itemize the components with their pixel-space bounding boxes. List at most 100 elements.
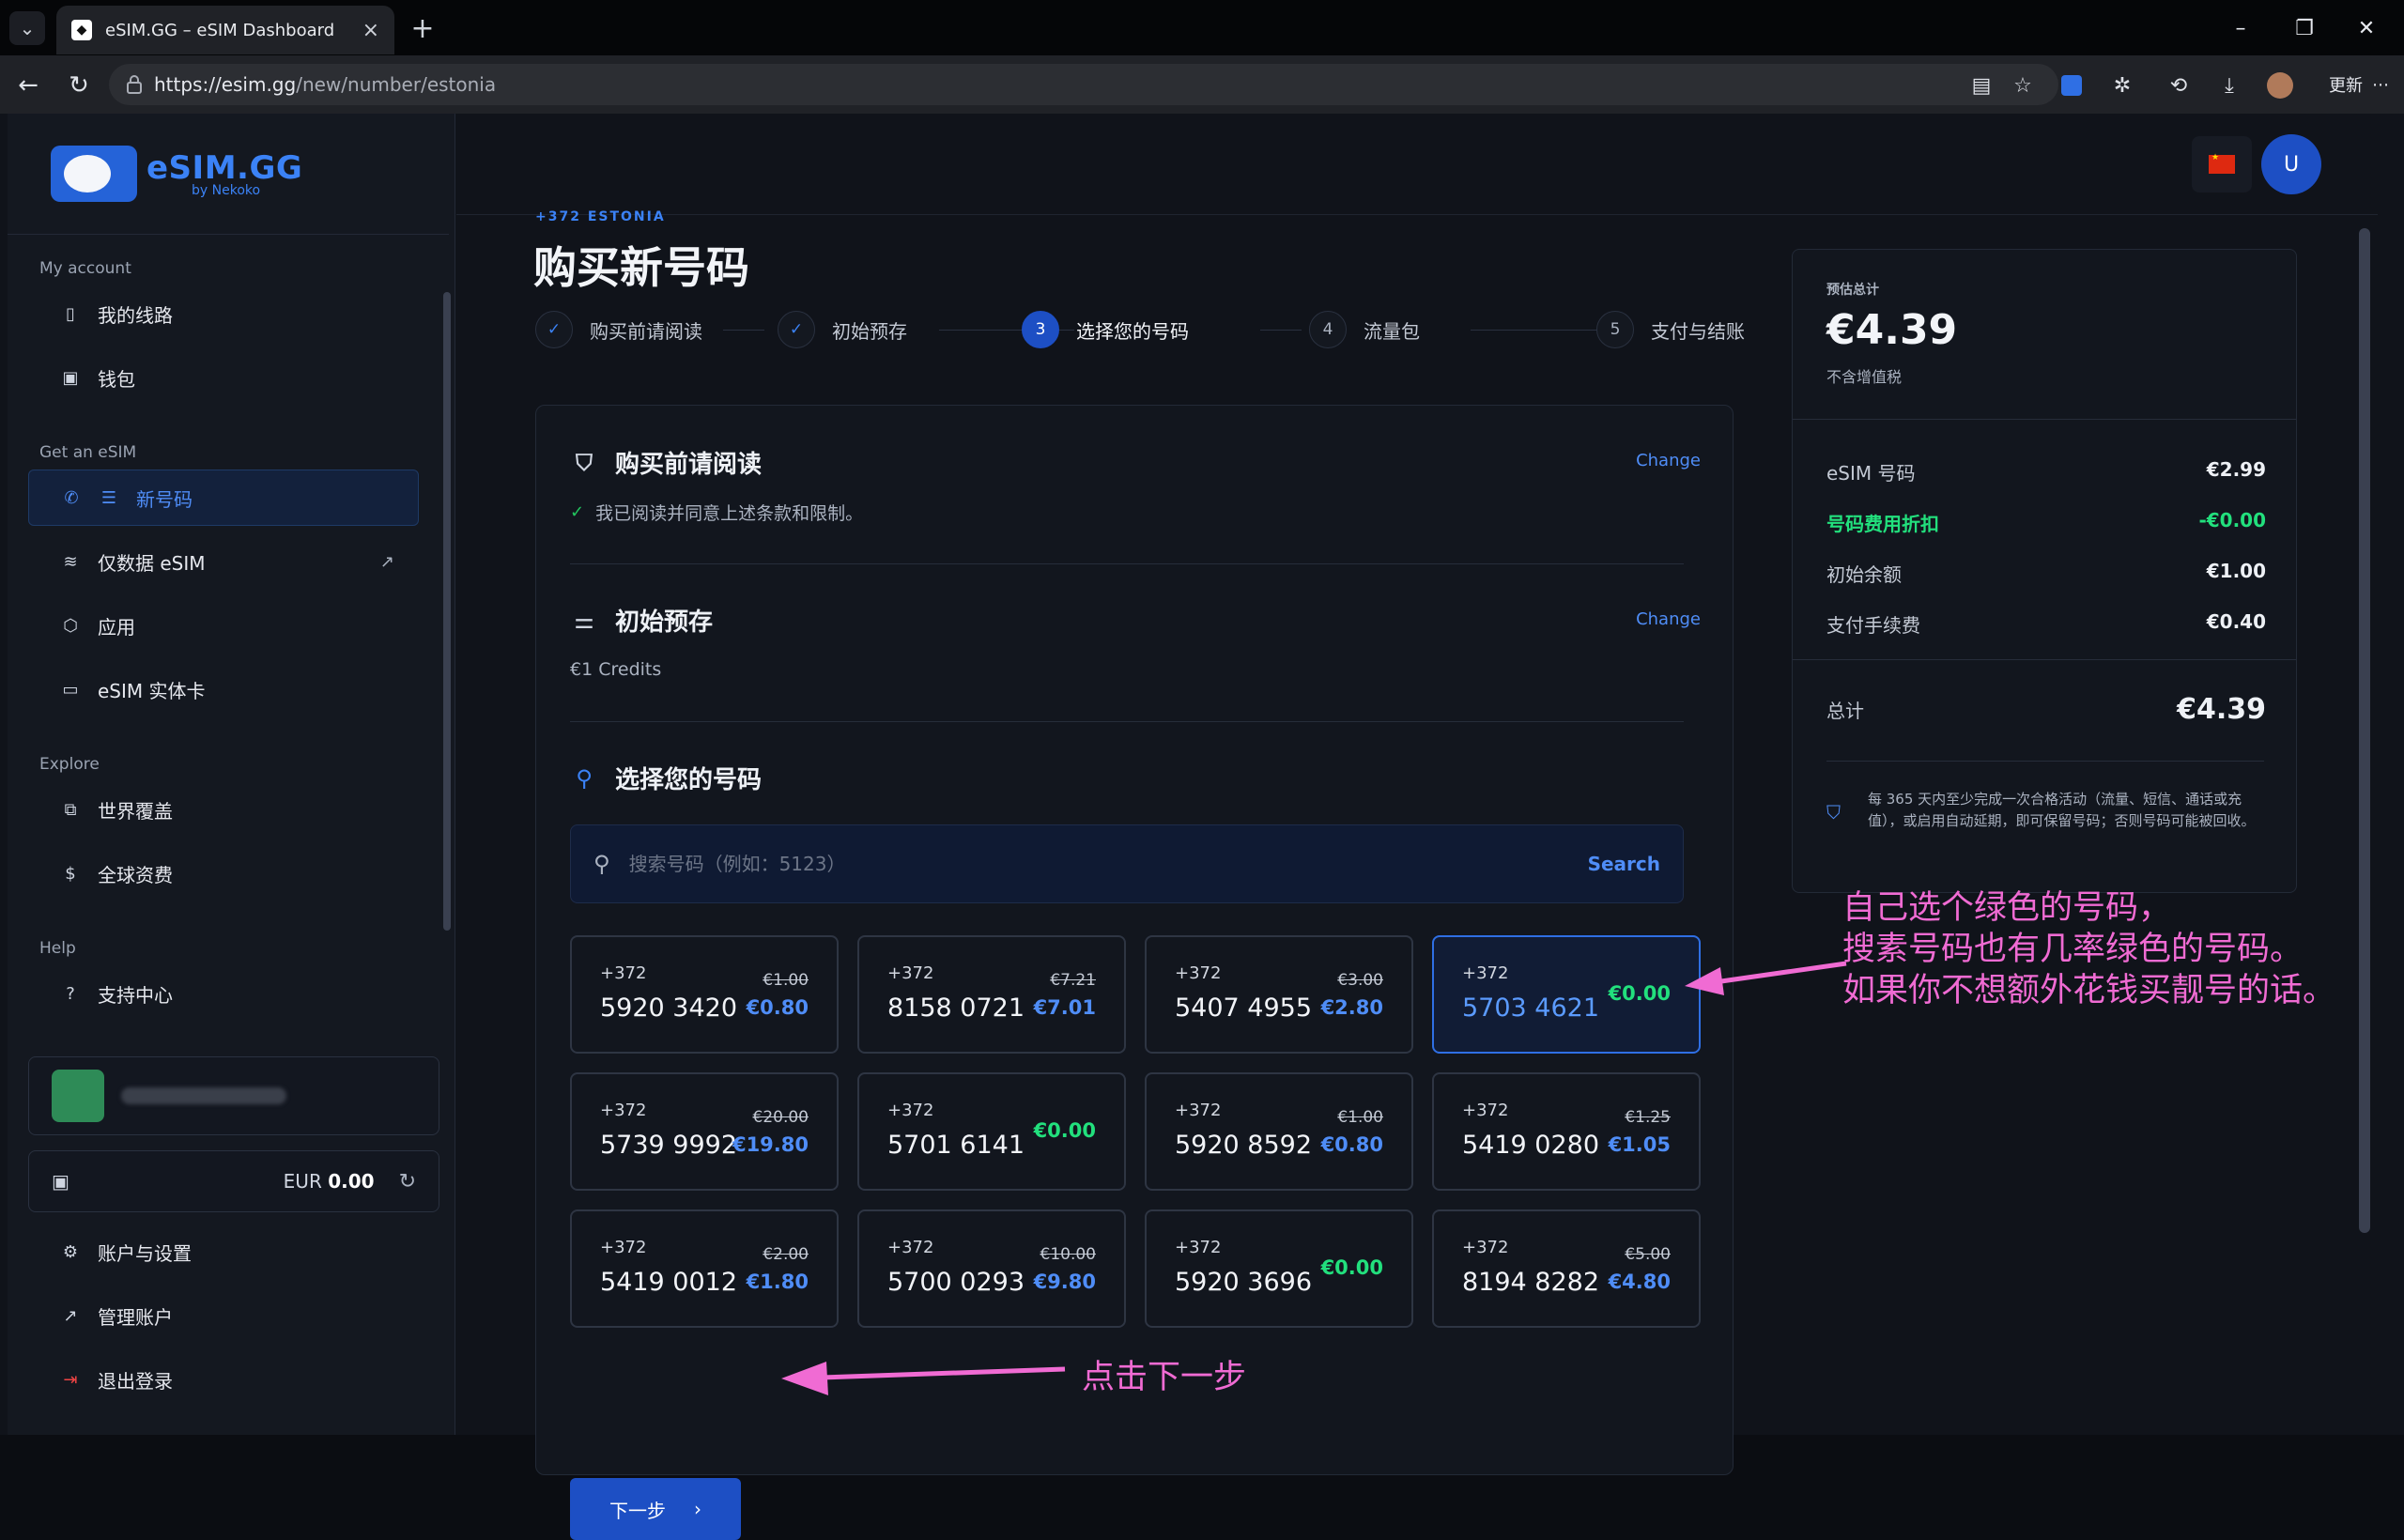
note-text: 每 365 天内至少完成一次合格活动（流量、短信、通话或充值），或启用自动延期，…	[1868, 791, 2256, 830]
puzzle-icon[interactable]: ✲	[2104, 67, 2141, 104]
app: eSIM.GG by Nekoko My account ▯ 我的线路 ▣ 钱包 G…	[0, 114, 2404, 1540]
step-checkout: 5 支付与结账	[1596, 311, 1745, 348]
deposit-text: €1 Credits	[570, 659, 662, 680]
window-close-button[interactable]: ✕	[2338, 9, 2395, 47]
number-option[interactable]: +372 5419 0280 €1.25 €1.05	[1432, 1072, 1701, 1191]
main-scrollbar[interactable]	[2351, 114, 2378, 1435]
section-choose-header: ⚲ 选择您的号码	[570, 761, 762, 795]
sidebar-item-label: 新号码	[136, 487, 193, 511]
profile-avatar[interactable]	[2261, 67, 2299, 104]
step-read[interactable]: ✓ 购买前请阅读	[535, 311, 702, 348]
sidebar-item-label: 应用	[98, 615, 135, 639]
restore-button[interactable]: ❐	[2276, 9, 2333, 47]
number-option[interactable]: +372 8194 8282 €5.00 €4.80	[1432, 1209, 1701, 1328]
number-search: ⚲ Search	[570, 824, 1684, 903]
main-scroll-thumb[interactable]	[2359, 228, 2370, 1233]
next-button[interactable]: 下一步 ›	[570, 1478, 741, 1540]
summary-total-row: 总计 €4.39	[1826, 693, 2266, 726]
sidebar-item-coverage[interactable]: ⧉ 世界覆盖	[28, 781, 419, 838]
new-tab-button[interactable]: +	[406, 11, 439, 45]
summary-row: eSIM 号码 €2.99	[1826, 458, 2266, 485]
account-card[interactable]	[28, 1056, 439, 1135]
country-code: +372	[1462, 1238, 1509, 1257]
gear-icon: ⚙	[62, 1241, 79, 1262]
row-label: 支付手续费	[1826, 614, 1920, 637]
address-bar[interactable]: https://esim.gg/new/number/estonia	[109, 64, 2058, 105]
original-price: €5.00	[1625, 1245, 1671, 1264]
package-icon: ⬡	[63, 615, 78, 636]
sidebar-item-my-lines[interactable]: ▯ 我的线路	[28, 285, 419, 342]
number-option[interactable]: +372 5920 3420 €1.00 €0.80	[570, 935, 839, 1054]
section-my-account: My account	[39, 259, 131, 278]
sidebar-item-rates[interactable]: $ 全球资费	[28, 845, 419, 901]
sidebar-item-data-esim[interactable]: ≋ 仅数据 eSIM ↗	[28, 533, 419, 590]
number-option[interactable]: +372 5419 0012 €2.00 €1.80	[570, 1209, 839, 1328]
number-option[interactable]: +372 5739 9992 €20.00 €19.80	[570, 1072, 839, 1191]
terms-agreed: ✓ 我已阅读并同意上述条款和限制。	[570, 500, 863, 525]
sidebar-item-physical-card[interactable]: ▭ eSIM 实体卡	[28, 661, 419, 717]
search-input[interactable]	[628, 853, 1588, 875]
sidebar-item-logout[interactable]: ⇥ 退出登录	[28, 1351, 419, 1408]
reader-mode-icon[interactable]: ▤	[1963, 67, 2000, 104]
close-icon[interactable]: ×	[362, 19, 379, 42]
history-icon[interactable]: ⟲	[2160, 67, 2197, 104]
download-icon[interactable]: ⤓	[2211, 67, 2248, 104]
discounted-price: €1.05	[1608, 1133, 1671, 1156]
discounted-price: €1.80	[746, 1270, 809, 1293]
free-price: €0.00	[1608, 982, 1671, 1005]
user-menu-button[interactable]: U	[2261, 134, 2321, 194]
check-icon: ✓	[570, 502, 585, 522]
number-option[interactable]: +372 5407 4955 €3.00 €2.80	[1145, 935, 1413, 1054]
sidebar-item-label: 钱包	[98, 367, 135, 391]
change-deposit-link[interactable]: Change	[1636, 609, 1701, 629]
shield-icon: ⛉	[576, 449, 593, 476]
sidebar-item-apps[interactable]: ⬡ 应用	[28, 597, 419, 654]
top-bar: U	[456, 114, 2378, 215]
sidebar-scrollbar[interactable]	[441, 264, 451, 1034]
wallet-amount: 0.00	[328, 1170, 375, 1193]
wallet-balance: EUR 0.00	[284, 1170, 375, 1193]
search-button[interactable]: Search	[1588, 853, 1660, 875]
number-option[interactable]: +372 5703 4621 €0.00	[1432, 935, 1701, 1054]
sidebar-item-wallet[interactable]: ▣ 钱包	[28, 349, 419, 406]
sliders-icon: ⚌	[574, 607, 594, 634]
number-option[interactable]: +372 5700 0293 €10.00 €9.80	[857, 1209, 1126, 1328]
annotation-line-2: 搜素号码也有几率绿色的号码。	[1842, 931, 2304, 968]
sidebar-item-settings[interactable]: ⚙ 账户与设置	[28, 1224, 419, 1280]
back-button[interactable]: ←	[9, 67, 47, 104]
check-icon: ✓	[535, 311, 573, 348]
change-read-link[interactable]: Change	[1636, 451, 1701, 470]
step-choose-number[interactable]: 3 选择您的号码	[1022, 311, 1189, 348]
help-circle-icon: ?	[66, 983, 75, 1004]
sidebar-item-manage[interactable]: ↗ 管理账户	[28, 1287, 419, 1344]
number-option[interactable]: +372 5701 6141 €0.00	[857, 1072, 1126, 1191]
step-label: 初始预存	[832, 319, 907, 343]
country-code: +372	[600, 963, 647, 983]
refresh-icon[interactable]: ↻	[399, 1170, 416, 1194]
phone-icon: ▯	[66, 303, 75, 324]
browser-tab[interactable]: ◆ eSIM.GG – eSIM Dashboard ×	[56, 6, 394, 54]
wallet-balance-card: ▣ EUR 0.00 ↻	[28, 1150, 439, 1212]
sidebar-scroll-thumb[interactable]	[443, 292, 451, 931]
step-deposit[interactable]: ✓ 初始预存	[778, 311, 907, 348]
extension-icon[interactable]	[2053, 67, 2090, 104]
number-option[interactable]: +372 5920 3696 €0.00	[1145, 1209, 1413, 1328]
annotation-line-3: 如果你不想额外花钱买靓号的话。	[1842, 972, 2336, 1009]
lock-icon	[127, 75, 142, 94]
tab-title: eSIM.GG – eSIM Dashboard	[105, 20, 335, 40]
update-button[interactable]: 更新 ⋯	[2316, 69, 2402, 100]
reload-button[interactable]: ↻	[60, 67, 98, 104]
minimize-button[interactable]: –	[2212, 9, 2269, 47]
number-option[interactable]: +372 8158 0721 €7.21 €7.01	[857, 935, 1126, 1054]
logo[interactable]: eSIM.GG by Nekoko	[51, 146, 302, 202]
language-button[interactable]	[2192, 136, 2252, 192]
number-option[interactable]: +372 5920 8592 €1.00 €0.80	[1145, 1072, 1413, 1191]
tab-list-button[interactable]: ⌄	[9, 11, 45, 45]
star-icon[interactable]: ☆	[2004, 67, 2042, 104]
page-eyebrow: +372 ESTONIA	[535, 209, 666, 224]
update-label: 更新	[2329, 76, 2363, 96]
sidebar-item-support[interactable]: ? 支持中心	[28, 965, 419, 1022]
phone-number: 5920 3420	[600, 993, 738, 1023]
phone-number: 5703 4621	[1462, 993, 1600, 1023]
sidebar-item-new-number[interactable]: ✆ ☰ 新号码	[28, 470, 419, 526]
